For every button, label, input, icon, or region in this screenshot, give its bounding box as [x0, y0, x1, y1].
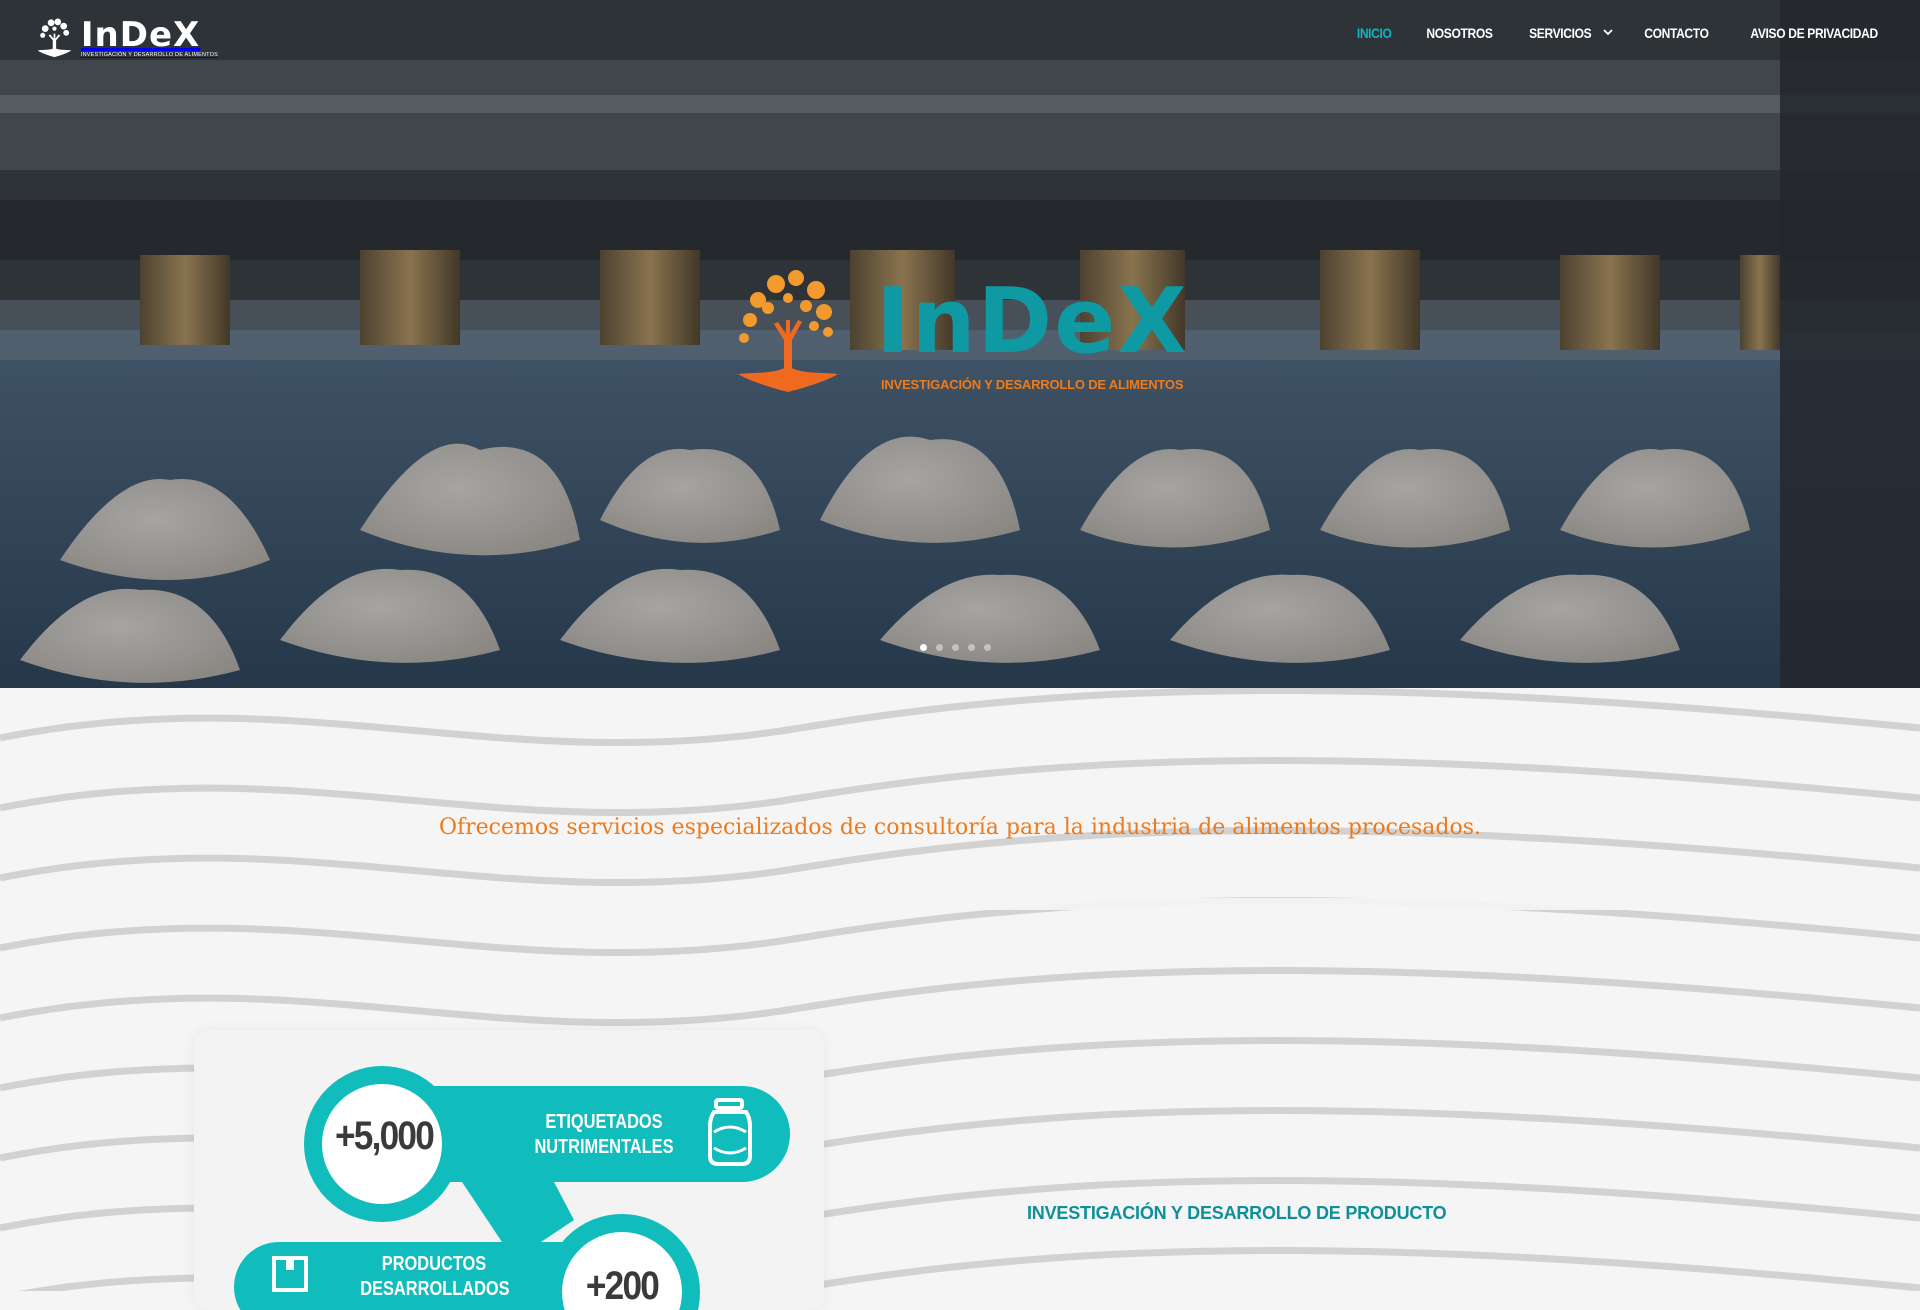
- site-header: InDeX INVESTIGACIÓN Y DESARROLLO DE ALIM…: [0, 0, 1920, 78]
- hero-slider: InDeX INVESTIGACIÓN Y DESARROLLO DE ALIM…: [0, 0, 1920, 688]
- slider-dot-1[interactable]: [920, 644, 927, 651]
- stat-label-1-line1: ETIQUETADOS: [545, 1111, 663, 1133]
- hero-tagline: INVESTIGACIÓN Y DESARROLLO DE ALIMENTOS: [881, 377, 1184, 392]
- stats-card: +5,000 ETIQUETADOS NUTRIMENTALES PRODUCT…: [194, 1030, 824, 1310]
- stat-value-1: +5,000: [334, 1114, 435, 1158]
- nav-servicios[interactable]: SERVICIOS: [1529, 25, 1592, 41]
- slider-dot-3[interactable]: [952, 644, 959, 651]
- logo-wordmark: InDeX: [80, 14, 201, 55]
- hero-logo: InDeX INVESTIGACIÓN Y DESARROLLO DE ALIM…: [728, 262, 1192, 402]
- stat-label-1: ETIQUETADOS NUTRIMENTALES: [530, 1110, 678, 1160]
- stat-label-2: PRODUCTOS DESARROLLADOS: [360, 1252, 510, 1302]
- nav-servicios-dropdown[interactable]: SERVICIOS: [1524, 25, 1613, 41]
- chevron-down-icon: [1603, 28, 1613, 39]
- nav-contacto[interactable]: CONTACTO: [1644, 25, 1709, 41]
- service-title: INVESTIGACIÓN Y DESARROLLO DE PRODUCTO: [1027, 1203, 1447, 1223]
- stat-label-2-line1: PRODUCTOS: [381, 1253, 487, 1275]
- site-logo[interactable]: InDeX INVESTIGACIÓN Y DESARROLLO DE ALIM…: [36, 12, 218, 62]
- logo-subtitle: INVESTIGACIÓN Y DESARROLLO DE ALIMENTOS: [80, 51, 218, 58]
- tree-logo-icon: [37, 18, 72, 58]
- stats-infographic: [234, 1066, 790, 1310]
- slider-dot-2[interactable]: [936, 644, 943, 651]
- slider-dot-5[interactable]: [984, 644, 991, 651]
- intro-text: Ofrecemos servicios especializados de co…: [438, 815, 1482, 840]
- stat-label-2-line2: DESARROLLADOS: [360, 1278, 510, 1300]
- stat-label-1-line2: NUTRIMENTALES: [534, 1136, 674, 1158]
- hero-brand: InDeX: [876, 269, 1189, 374]
- nav-nosotros[interactable]: NOSOTROS: [1426, 25, 1492, 41]
- main-navigation: INICIO NOSOTROS SERVICIOS CONTACTO AVISO…: [1354, 25, 1888, 41]
- slider-pagination: [920, 644, 991, 651]
- slider-dot-4[interactable]: [968, 644, 975, 651]
- stat-value-2: +200: [585, 1264, 660, 1308]
- nav-inicio[interactable]: INICIO: [1357, 25, 1392, 41]
- nav-aviso-de-privacidad[interactable]: AVISO DE PRIVACIDAD: [1750, 25, 1878, 41]
- tree-icon: [738, 270, 838, 392]
